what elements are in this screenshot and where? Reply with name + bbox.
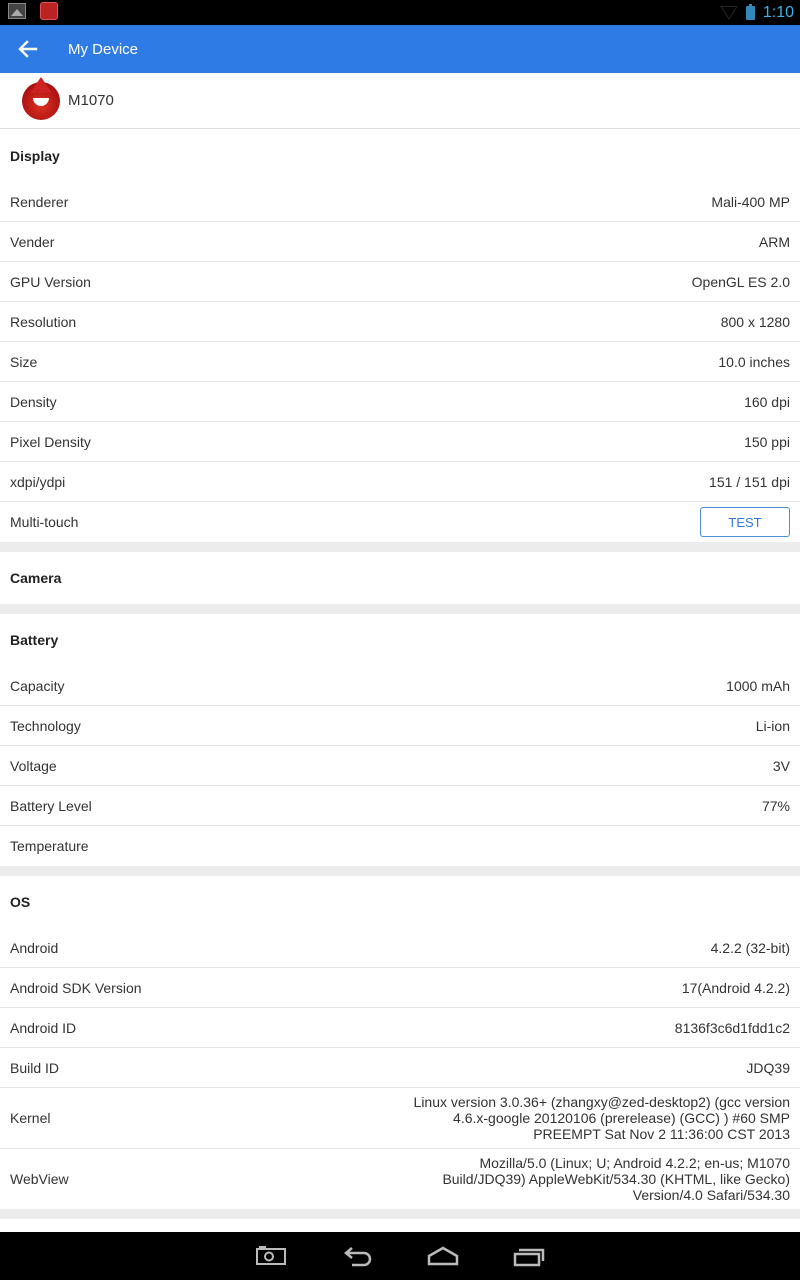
antutu-notification-icon (40, 2, 58, 20)
list-item: WebView Mozilla/5.0 (Linux; U; Android 4… (0, 1149, 800, 1209)
row-value: Li-ion (755, 717, 790, 734)
antutu-logo-icon (22, 76, 60, 120)
row-value: OpenGL ES 2.0 (691, 273, 790, 290)
row-value: 151 / 151 dpi (709, 473, 790, 490)
list-item: Density 160 dpi (0, 382, 800, 422)
row-label: Voltage (10, 757, 57, 774)
list-item: Capacity 1000 mAh (0, 666, 800, 706)
row-label: Multi-touch (10, 514, 79, 530)
list-item: Android ID 8136f3c6d1fdd1c2 (0, 1008, 800, 1048)
row-value: ARM (758, 233, 790, 250)
section-divider (0, 604, 800, 614)
camera-section: Camera (0, 552, 800, 604)
row-value: 150 ppi (744, 433, 790, 450)
list-item: Voltage 3V (0, 746, 800, 786)
list-item: Vender ARM (0, 222, 800, 262)
row-label: Temperature (10, 838, 89, 854)
list-item: Renderer Mali-400 MP (0, 182, 800, 222)
row-value: JDQ39 (746, 1059, 790, 1076)
row-value: Linux version 3.0.36+ (zhangxy@zed-deskt… (413, 1094, 790, 1142)
row-label: WebView (10, 1171, 69, 1187)
status-bar: 1:10 (0, 0, 800, 25)
row-label: GPU Version (10, 273, 91, 290)
back-button[interactable] (0, 25, 56, 73)
device-name: M1070 (68, 92, 114, 109)
list-item: Build ID JDQ39 (0, 1048, 800, 1088)
camera-icon (256, 1246, 286, 1265)
home-icon (427, 1246, 459, 1266)
row-label: Renderer (10, 193, 69, 210)
recent-apps-button[interactable] (512, 1245, 546, 1267)
row-value: 160 dpi (744, 393, 790, 410)
list-item: Android 4.2.2 (32-bit) (0, 928, 800, 968)
list-item: Pixel Density 150 ppi (0, 422, 800, 462)
row-value: 10.0 inches (718, 353, 790, 370)
navigation-bar (0, 1232, 800, 1280)
system-icons: 1:10 (719, 0, 794, 25)
list-item: Resolution 800 x 1280 (0, 302, 800, 342)
list-item: GPU Version OpenGL ES 2.0 (0, 262, 800, 302)
row-label: Size (10, 353, 38, 370)
section-title-battery: Battery (0, 614, 800, 666)
notification-icons (8, 2, 58, 20)
row-value: 17(Android 4.2.2) (681, 979, 790, 996)
battery-section: Battery Capacity 1000 mAh Technology Li-… (0, 614, 800, 866)
device-header: M1070 (0, 73, 800, 129)
arrow-left-icon (18, 40, 38, 58)
row-label: Kernel (10, 1110, 51, 1126)
row-label: Vender (10, 233, 55, 250)
list-item: Battery Level 77% (0, 786, 800, 826)
row-label: Pixel Density (10, 433, 91, 450)
row-label: Battery Level (10, 797, 92, 814)
row-label: xdpi/ydpi (10, 473, 66, 490)
back-nav-icon (344, 1247, 372, 1267)
list-item: xdpi/ydpi 151 / 151 dpi (0, 462, 800, 502)
list-item: Kernel Linux version 3.0.36+ (zhangxy@ze… (0, 1088, 800, 1149)
page-title: My Device (68, 40, 139, 58)
battery-icon (745, 3, 755, 20)
display-section: Display Renderer Mali-400 MP Vender ARM … (0, 130, 800, 542)
row-label: Android SDK Version (10, 979, 142, 996)
row-label: Density (10, 393, 57, 410)
row-value: 4.2.2 (32-bit) (710, 939, 790, 956)
row-value: Mozilla/5.0 (Linux; U; Android 4.2.2; en… (442, 1155, 790, 1203)
section-divider (0, 542, 800, 552)
row-value: Mali-400 MP (711, 193, 790, 210)
row-label: Resolution (10, 313, 77, 330)
list-item: Technology Li-ion (0, 706, 800, 746)
section-title-display: Display (0, 130, 800, 182)
section-title-camera: Camera (0, 552, 800, 604)
list-item: Multi-touch TEST (0, 502, 800, 542)
multi-touch-test-button[interactable]: TEST (700, 507, 790, 537)
gallery-notification-icon (8, 3, 26, 19)
clock: 1:10 (762, 3, 794, 21)
section-divider (0, 1209, 800, 1219)
row-label: Build ID (10, 1059, 60, 1076)
list-item: Android SDK Version 17(Android 4.2.2) (0, 968, 800, 1008)
home-button[interactable] (426, 1245, 460, 1267)
recent-apps-icon (513, 1248, 545, 1267)
wifi-icon (719, 5, 738, 20)
list-item: Temperature (0, 826, 800, 866)
app-bar: My Device (0, 25, 800, 73)
row-label: Android (10, 939, 59, 956)
os-section: OS Android 4.2.2 (32-bit) Android SDK Ve… (0, 876, 800, 1209)
screenshot-button[interactable] (254, 1245, 288, 1267)
row-label: Technology (10, 717, 81, 734)
row-label: Android ID (10, 1019, 77, 1036)
row-label: Capacity (10, 677, 65, 694)
device-info-list[interactable]: Display Renderer Mali-400 MP Vender ARM … (0, 130, 800, 1230)
row-value: 3V (772, 757, 790, 774)
list-item: Size 10.0 inches (0, 342, 800, 382)
back-nav-button[interactable] (340, 1245, 374, 1267)
row-value: 800 x 1280 (720, 313, 790, 330)
section-divider (0, 866, 800, 876)
section-title-os: OS (0, 876, 800, 928)
row-value: 1000 mAh (726, 677, 790, 694)
row-value: 77% (761, 797, 790, 814)
row-value: 8136f3c6d1fdd1c2 (674, 1019, 790, 1036)
